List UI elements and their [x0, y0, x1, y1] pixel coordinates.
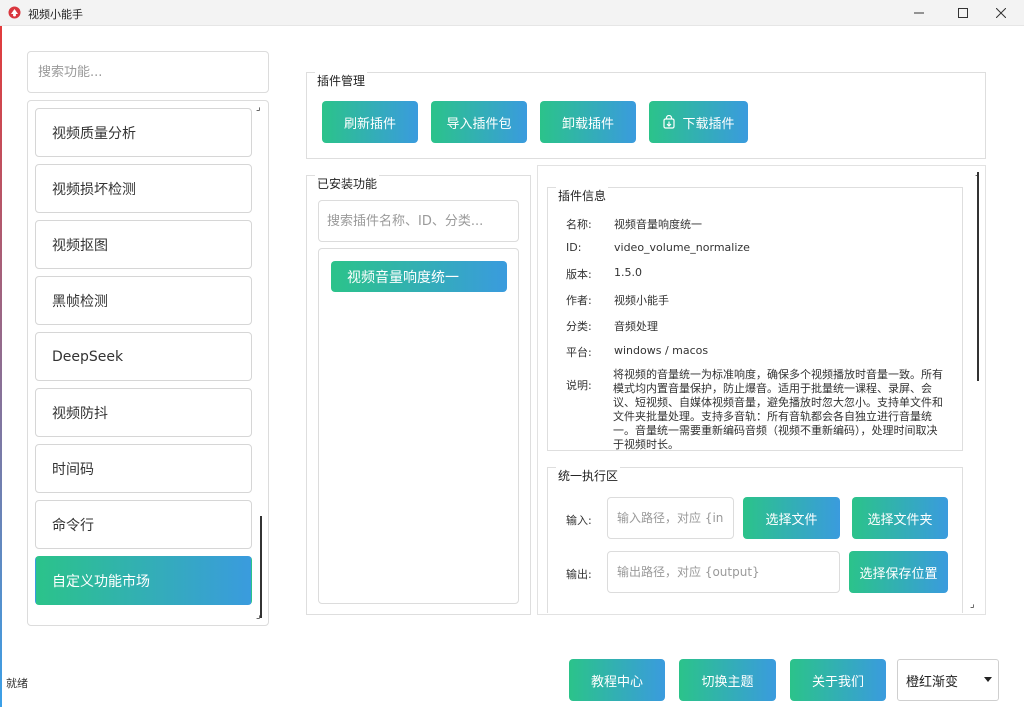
- plugin-info-title: 插件信息: [556, 187, 609, 204]
- plugin-item-volume-normalize[interactable]: 视频音量响度统一: [331, 261, 507, 292]
- sidebar-item-black-frame[interactable]: 黑帧检测: [35, 276, 252, 325]
- tutorial-center-button[interactable]: 教程中心: [569, 659, 665, 701]
- info-row-author: 作者: 视频小能手: [566, 292, 669, 308]
- theme-select-value: 橙红渐变: [906, 674, 959, 690]
- plugin-description: 将视频的音量统一为标准响度，确保多个视频播放时音量一致。所有模式均内置音量保护，…: [613, 368, 943, 451]
- button-label: 切换主题: [701, 674, 754, 690]
- sidebar-search-input[interactable]: [27, 51, 269, 93]
- about-us-button[interactable]: 关于我们: [790, 659, 886, 701]
- switch-theme-button[interactable]: 切换主题: [679, 659, 776, 701]
- info-key: 名称:: [566, 218, 592, 231]
- info-key: ID:: [566, 241, 582, 254]
- info-value: windows / macos: [614, 344, 709, 357]
- sidebar-item-damage-detect[interactable]: 视频损坏检测: [35, 164, 252, 213]
- installed-plugin-list[interactable]: 视频音量响度统一: [318, 248, 519, 604]
- sidebar-item-label: 自定义功能市场: [52, 573, 150, 590]
- sidebar-item-custom-market[interactable]: 自定义功能市场: [35, 556, 252, 605]
- output-path-field[interactable]: [607, 551, 840, 593]
- sidebar-item-video-quality[interactable]: 视频质量分析: [35, 108, 252, 157]
- sidebar-item-stabilize[interactable]: 视频防抖: [35, 388, 252, 437]
- minimize-icon: [914, 12, 924, 14]
- resize-corner-icon: ⌟: [970, 599, 975, 610]
- import-plugin-button[interactable]: 导入插件包: [431, 101, 527, 143]
- info-row-platform: 平台: windows / macos: [566, 344, 708, 360]
- select-save-location-button[interactable]: 选择保存位置: [849, 551, 948, 593]
- theme-select[interactable]: 橙红渐变: [897, 659, 999, 701]
- info-value: 音频处理: [614, 320, 658, 333]
- app-logo-icon: [8, 6, 21, 19]
- info-row-name: 名称: 视频音量响度统一: [566, 216, 702, 232]
- info-row-version: 版本: 1.5.0: [566, 266, 642, 282]
- info-key: 版本:: [566, 268, 592, 281]
- info-row-category: 分类: 音频处理: [566, 318, 658, 334]
- exec-area-title: 统一执行区: [556, 467, 621, 484]
- uninstall-plugin-button[interactable]: 卸载插件: [540, 101, 636, 143]
- download-bag-icon: [663, 115, 676, 129]
- plugin-search-input[interactable]: [318, 200, 519, 242]
- select-file-button[interactable]: 选择文件: [743, 497, 840, 539]
- info-value: 1.5.0: [614, 266, 642, 279]
- input-path-field[interactable]: [607, 497, 734, 539]
- button-label: 关于我们: [811, 674, 864, 690]
- sidebar-item-timecode[interactable]: 时间码: [35, 444, 252, 493]
- chevron-down-icon: [984, 677, 992, 682]
- button-label: 选择保存位置: [859, 566, 938, 582]
- plugin-manager-title: 插件管理: [315, 72, 368, 89]
- info-row-id: ID: video_volume_normalize: [566, 241, 750, 254]
- button-label: 选择文件: [765, 512, 818, 528]
- sidebar-feature-list[interactable]: ⌟ 视频质量分析 视频损坏检测 视频抠图 黑帧检测 DeepSeek 视频防抖 …: [27, 100, 269, 626]
- info-value: 视频音量响度统一: [614, 218, 702, 231]
- output-label: 输出:: [566, 568, 592, 581]
- select-folder-button[interactable]: 选择文件夹: [852, 497, 948, 539]
- resize-corner-icon: ⌟: [256, 610, 261, 621]
- sidebar-item-matting[interactable]: 视频抠图: [35, 220, 252, 269]
- refresh-plugins-button[interactable]: 刷新插件: [322, 101, 418, 143]
- info-key: 平台:: [566, 346, 592, 359]
- info-value: 视频小能手: [614, 294, 669, 307]
- title-bar: 视频小能手: [0, 0, 1024, 26]
- sidebar-scrollbar[interactable]: [260, 516, 262, 618]
- info-key: 作者:: [566, 294, 592, 307]
- button-label: 卸载插件: [561, 116, 614, 132]
- info-key: 分类:: [566, 320, 592, 333]
- resize-corner-icon: ⌟: [256, 102, 261, 113]
- status-text: 就绪: [6, 677, 28, 690]
- maximize-icon: [958, 8, 968, 18]
- window-title: 视频小能手: [28, 8, 83, 21]
- sidebar-item-label: 视频防抖: [52, 405, 108, 422]
- input-label: 输入:: [566, 514, 592, 527]
- button-label: 教程中心: [590, 674, 643, 690]
- sidebar-item-label: 黑帧检测: [52, 293, 108, 310]
- sidebar-item-label: 命令行: [52, 517, 94, 534]
- window-edge: [0, 26, 2, 707]
- button-label: 选择文件夹: [867, 512, 933, 528]
- info-key: 说明:: [566, 379, 592, 392]
- detail-scrollbar[interactable]: [977, 172, 979, 381]
- sidebar-item-deepseek[interactable]: DeepSeek: [35, 332, 252, 381]
- sidebar-item-label: 视频质量分析: [52, 125, 136, 142]
- info-value: video_volume_normalize: [614, 241, 750, 254]
- sidebar-item-label: 视频抠图: [52, 237, 108, 254]
- button-label: 刷新插件: [343, 116, 396, 132]
- button-label: 导入插件包: [446, 116, 512, 132]
- sidebar-item-label: DeepSeek: [52, 348, 124, 365]
- close-button[interactable]: [978, 0, 1024, 26]
- minimize-button[interactable]: [896, 0, 942, 26]
- download-plugin-button[interactable]: 下载插件: [649, 101, 748, 143]
- installed-features-title: 已安装功能: [315, 175, 380, 192]
- sidebar-item-label: 时间码: [52, 461, 94, 478]
- plugin-item-label: 视频音量响度统一: [347, 269, 459, 286]
- sidebar-item-label: 视频损坏检测: [52, 181, 136, 198]
- sidebar-item-cmdline[interactable]: 命令行: [35, 500, 252, 549]
- button-label: 下载插件: [682, 116, 735, 132]
- close-icon: [996, 8, 1006, 18]
- info-row-desc-key: 说明:: [566, 377, 614, 393]
